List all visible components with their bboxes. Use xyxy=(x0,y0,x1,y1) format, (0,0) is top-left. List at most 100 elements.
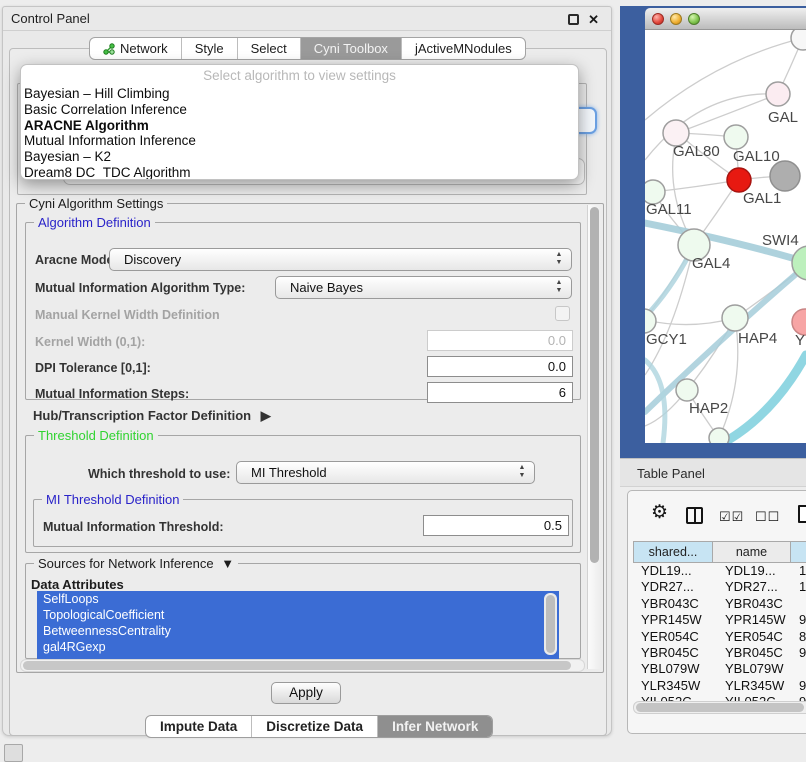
node-label: Y xyxy=(795,332,805,349)
tab-jactivemnodules[interactable]: jActiveMNodules xyxy=(402,38,525,59)
node-gal1-selected[interactable] xyxy=(727,168,751,192)
attribute-item-selected[interactable]: gal4RGexp xyxy=(37,639,559,655)
node-gcy1[interactable] xyxy=(645,309,656,333)
tab-style[interactable]: Style xyxy=(182,38,238,59)
node[interactable] xyxy=(709,428,729,443)
data-attributes-label: Data Attributes xyxy=(31,577,124,592)
node[interactable] xyxy=(791,30,806,50)
close-window-button[interactable] xyxy=(652,13,664,25)
column-header-partial[interactable]: A xyxy=(791,541,806,563)
tab-infer-network[interactable]: Infer Network xyxy=(378,716,492,737)
node-hap2[interactable] xyxy=(676,379,698,401)
dpi-tolerance-label: DPI Tolerance [0,1]: xyxy=(35,361,151,375)
mi-steps-field[interactable]: 6 xyxy=(427,382,573,403)
table-header-row: shared... name A xyxy=(633,541,806,563)
attribute-item-selected[interactable]: TopologicalCoefficient xyxy=(37,607,559,623)
node-label: GAL11 xyxy=(646,201,692,218)
settings-horizontal-scrollbar[interactable] xyxy=(20,659,585,672)
node-label: GAL10 xyxy=(733,148,780,165)
algorithm-option[interactable]: Dream8 DC_TDC Algorithm xyxy=(21,165,578,180)
spinner-arrows-icon: ▲▼ xyxy=(517,464,527,480)
which-threshold-value: MI Threshold xyxy=(251,465,327,480)
zoom-window-button[interactable] xyxy=(688,13,700,25)
kernel-width-field[interactable]: 0.0 xyxy=(427,330,573,351)
which-threshold-label: Which threshold to use: xyxy=(88,467,230,481)
table-row[interactable]: YDR27... YDR27... 12 xyxy=(633,579,806,595)
which-threshold-combobox[interactable]: MI Threshold ▲▼ xyxy=(236,461,535,484)
cell-name: YER054C xyxy=(713,629,791,645)
hub-definition-toggle[interactable]: Hub/Transcription Factor Definition ▶ xyxy=(33,408,271,424)
tab-impute-data[interactable]: Impute Data xyxy=(146,716,252,737)
spinner-arrows-icon: ▲▼ xyxy=(554,251,564,267)
table-row[interactable]: YLR345W YLR345W 9. xyxy=(633,678,806,694)
node-hap4[interactable] xyxy=(722,305,748,331)
algorithm-option[interactable]: Bayesian – K2 xyxy=(21,149,578,165)
table-row[interactable]: YER054C YER054C 8. xyxy=(633,629,806,645)
hub-definition-label: Hub/Transcription Factor Definition xyxy=(33,408,251,423)
algorithm-option[interactable]: Bayesian – Hill Climbing xyxy=(21,86,578,102)
cell-name: YPR145W xyxy=(713,612,791,628)
dpi-tolerance-field[interactable]: 0.0 xyxy=(427,356,573,377)
cell-shared-name: YDL19... xyxy=(633,563,713,579)
table-row[interactable]: YBR045C YBR045C 9. xyxy=(633,645,806,661)
node-label: HAP4 xyxy=(738,330,777,347)
minimized-panel-icon[interactable] xyxy=(4,744,23,762)
attribute-item-selected[interactable]: BetweennessCentrality xyxy=(37,623,559,639)
table-row[interactable]: YBL079W YBL079W xyxy=(633,661,806,677)
close-icon[interactable]: ✕ xyxy=(588,12,599,28)
algorithm-option[interactable]: Mutual Information Inference xyxy=(21,133,578,149)
columns-icon[interactable] xyxy=(686,507,703,524)
node-label: GAL4 xyxy=(692,255,730,272)
attribute-list-scrollbar[interactable] xyxy=(544,593,557,655)
column-header-shared-name[interactable]: shared... xyxy=(633,541,713,563)
data-attributes-list[interactable]: SelfLoops TopologicalCoefficient Between… xyxy=(37,591,559,659)
kernel-width-label: Kernel Width (0,1): xyxy=(35,335,145,349)
tab-discretize-data[interactable]: Discretize Data xyxy=(252,716,378,737)
tab-select[interactable]: Select xyxy=(238,38,301,59)
tab-style-label: Style xyxy=(195,41,224,56)
minimize-window-button[interactable] xyxy=(670,13,682,25)
settings-vertical-scrollbar[interactable] xyxy=(587,205,601,669)
deselect-all-icon[interactable]: ☐☐ xyxy=(755,509,780,525)
tab-cyni-toolbox[interactable]: Cyni Toolbox xyxy=(301,38,402,59)
algorithm-option-highlighted[interactable]: ARACNE Algorithm xyxy=(21,118,578,134)
table-row[interactable]: YPR145W YPR145W 9. xyxy=(633,612,806,628)
node-label: GCY1 xyxy=(646,331,687,348)
cell-value xyxy=(791,596,806,612)
tab-network[interactable]: Network xyxy=(90,38,182,59)
control-panel-window: Control Panel ✕ Network Style Select xyxy=(2,6,612,736)
mi-threshold-field[interactable]: 0.5 xyxy=(423,515,569,536)
node-gal10[interactable] xyxy=(724,125,748,149)
node-table: shared... name A YDL19... YDL19... 13 YD… xyxy=(633,541,806,713)
spinner-arrows-icon: ▲▼ xyxy=(554,279,564,295)
node-gray[interactable] xyxy=(770,161,800,191)
network-view-canvas[interactable]: GAL GAL80 GAL10 GAL1 GAL11 GAL4 SWI4 GCY… xyxy=(645,30,806,443)
cell-shared-name: YPR145W xyxy=(633,612,713,628)
control-panel-tab-bar: Network Style Select Cyni Toolbox jActiv… xyxy=(89,37,526,60)
manual-kernel-label: Manual Kernel Width Definition xyxy=(35,308,220,322)
select-all-icon[interactable]: ☑☑ xyxy=(719,509,744,525)
cell-name: YDR27... xyxy=(713,579,791,595)
table-row[interactable]: YBR043C YBR043C xyxy=(633,596,806,612)
gear-icon[interactable]: ⚙ xyxy=(651,501,668,524)
table-row[interactable]: YDL19... YDL19... 13 xyxy=(633,563,806,579)
table-panel-title: Table Panel xyxy=(637,466,705,481)
column-header-name[interactable]: name xyxy=(713,541,791,563)
tab-jactivemnodules-label: jActiveMNodules xyxy=(415,41,512,56)
cell-shared-name: YBR043C xyxy=(633,596,713,612)
threshold-definition-title: Threshold Definition xyxy=(34,428,158,443)
export-table-icon[interactable] xyxy=(798,505,806,523)
node-gal-partial[interactable] xyxy=(766,82,790,106)
aracne-mode-combobox[interactable]: Discovery ▲▼ xyxy=(109,248,572,271)
table-horizontal-scrollbar[interactable] xyxy=(633,701,806,714)
mi-type-combobox[interactable]: Naive Bayes ▲▼ xyxy=(275,276,572,299)
attribute-item-selected[interactable]: SelfLoops xyxy=(37,591,559,607)
cell-name: YDL19... xyxy=(713,563,791,579)
sources-group-title[interactable]: Sources for Network Inference ▼ xyxy=(34,556,238,571)
cell-value: 9. xyxy=(791,645,806,661)
float-window-icon[interactable] xyxy=(568,14,579,25)
network-window-titlebar[interactable] xyxy=(645,8,806,30)
apply-button[interactable]: Apply xyxy=(271,682,341,704)
manual-kernel-checkbox[interactable] xyxy=(555,306,570,321)
algorithm-option[interactable]: Basic Correlation Inference xyxy=(21,102,578,118)
